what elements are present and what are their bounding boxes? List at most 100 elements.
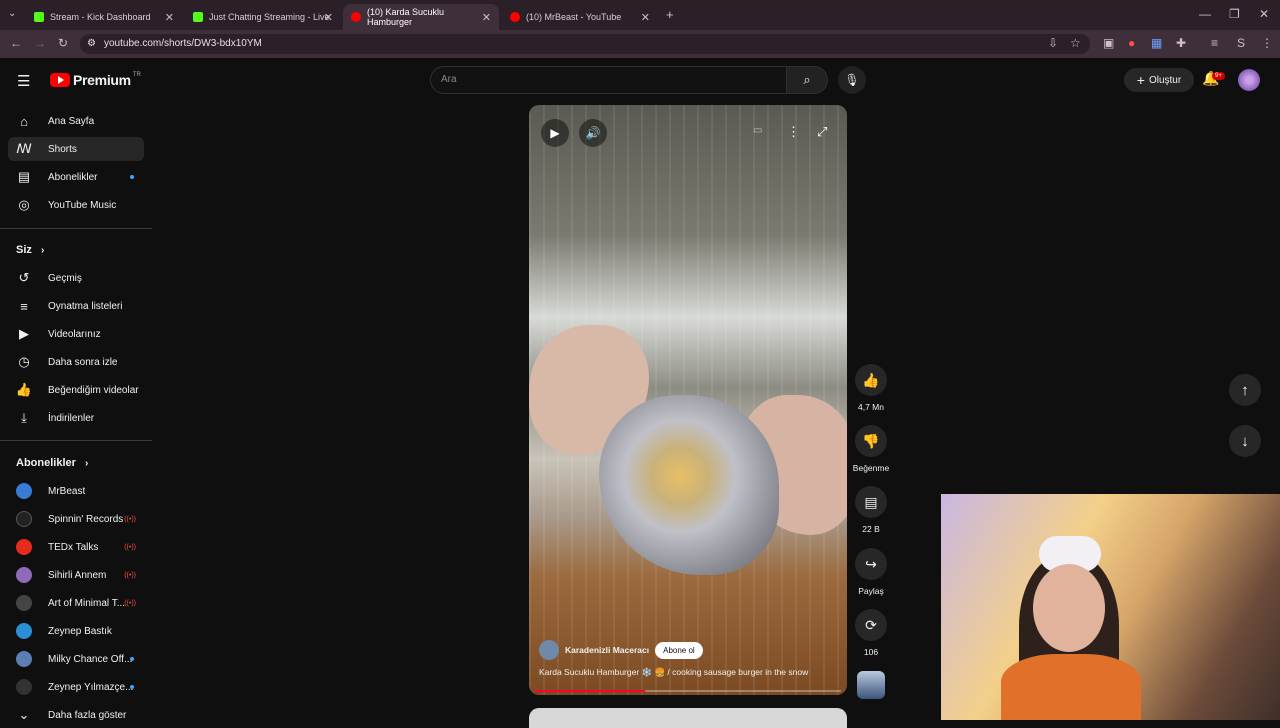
sidebar-item-playlists[interactable]: ≡ Oynatma listeleri	[8, 294, 144, 318]
search-input[interactable]: Ara	[430, 66, 787, 94]
share-action[interactable]: ↪ Paylaş	[855, 548, 887, 596]
fullscreen-icon[interactable]: ⤢	[817, 124, 827, 140]
sidebar-item-shorts[interactable]: ꟿ Shorts	[8, 137, 144, 161]
subscription-item[interactable]: Spinnin' Records ((•))	[8, 507, 144, 531]
sidebar-item-your-videos[interactable]: ▶ Videolarınız	[8, 322, 144, 346]
channel-avatar[interactable]	[539, 640, 559, 660]
comments-action[interactable]: ▤ 22 B	[855, 486, 887, 534]
sidebar-item-label: Ana Sayfa	[48, 115, 95, 127]
short-title[interactable]: Karda Sucuklu Hamburger ❄️ 🍔 / cooking s…	[539, 667, 839, 678]
sound-thumbnail[interactable]	[857, 671, 885, 699]
menu-icon[interactable]: ⋮	[1261, 36, 1273, 50]
sidebar-item-label: YouTube Music	[48, 199, 117, 211]
volume-button[interactable]: 🔊	[579, 119, 607, 147]
sidebar-item-history[interactable]: ↺ Geçmiş	[8, 266, 144, 290]
profile-icon[interactable]: S	[1237, 36, 1245, 50]
create-button[interactable]: + Oluştur	[1124, 68, 1194, 92]
voice-search-button[interactable]: 🎙	[838, 66, 866, 94]
close-window-icon[interactable]: ✕	[1259, 7, 1269, 21]
channel-avatar	[16, 623, 32, 639]
sidebar-item-subscriptions[interactable]: ▤ Abonelikler	[8, 165, 144, 189]
chevron-down-icon: ⌄	[18, 707, 30, 722]
install-icon[interactable]: ⇩	[1048, 36, 1058, 50]
browser-tab-strip: ⌄ Stream - Kick Dashboard ✕ Just Chattin…	[0, 0, 1280, 30]
media-icon[interactable]: ≡	[1211, 36, 1218, 50]
forward-icon[interactable]: →	[34, 36, 46, 50]
site-info-icon[interactable]: ⚙	[87, 34, 96, 54]
remix-action[interactable]: ⟳ 106	[855, 609, 887, 657]
sidebar-item-liked-videos[interactable]: 👍 Beğendiğim videolar	[8, 378, 144, 402]
dislike-action[interactable]: 👎 Beğenme	[853, 425, 889, 473]
arrow-up-icon: ↑	[1241, 381, 1249, 399]
subscription-item[interactable]: Zeynep Yılmazçe...	[8, 675, 144, 699]
maximize-icon[interactable]: ❐	[1229, 7, 1240, 21]
tab-search-icon[interactable]: ⌄	[8, 8, 16, 19]
sidebar-item-downloads[interactable]: ⤓ İndirilenler	[8, 406, 144, 430]
sidebar-divider	[0, 228, 152, 229]
more-options-icon[interactable]: ⋮	[787, 124, 800, 140]
url-bar[interactable]: ⚙ youtube.com/shorts/DW3-bdx10YM	[80, 34, 1090, 54]
sidebar-item-label: Oynatma listeleri	[48, 300, 123, 312]
next-short-preview[interactable]	[529, 708, 847, 728]
extension-icon[interactable]: ▣	[1103, 36, 1114, 50]
subscriptions-heading-label: Abonelikler	[16, 457, 76, 469]
channel-avatar	[16, 595, 32, 611]
close-tab-icon[interactable]: ✕	[324, 11, 333, 24]
like-icon[interactable]: 👍	[855, 364, 887, 396]
subscription-item[interactable]: Art of Minimal T... ((•))	[8, 591, 144, 615]
reload-icon[interactable]: ↻	[58, 36, 68, 50]
progress-bar[interactable]	[535, 690, 841, 692]
back-icon[interactable]: ←	[10, 36, 22, 50]
tab-kick-dashboard[interactable]: Stream - Kick Dashboard ✕	[26, 4, 182, 30]
close-tab-icon[interactable]: ✕	[482, 11, 491, 24]
play-button[interactable]: ▶	[541, 119, 569, 147]
tab-karda-sucuklu[interactable]: (10) Karda Sucuklu Hamburger ✕	[343, 4, 499, 30]
close-tab-icon[interactable]: ✕	[165, 11, 174, 24]
like-action[interactable]: 👍 4,7 Mn	[855, 364, 887, 412]
subscription-item[interactable]: Milky Chance Off...	[8, 647, 144, 671]
next-short-button[interactable]: ↓	[1229, 425, 1261, 457]
share-icon[interactable]: ↪	[855, 548, 887, 580]
sidebar-item-home[interactable]: ⌂ Ana Sayfa	[8, 109, 144, 133]
shorts-video-player[interactable]: ▶ 🔊 ▭ ⋮ ⤢ Karadenizli Maceracı Abone ol …	[529, 105, 847, 695]
tab-mrbeast[interactable]: (10) MrBeast - YouTube ✕	[502, 4, 658, 30]
subscription-item[interactable]: Zeynep Bastık	[8, 619, 144, 643]
live-indicator-icon: ((•))	[124, 599, 136, 607]
sidebar-item-label: İndirilenler	[48, 412, 95, 424]
new-tab-icon[interactable]: +	[666, 7, 674, 22]
search-icon: ⌕	[803, 72, 811, 87]
tab-just-chatting[interactable]: Just Chatting Streaming - Live ✕	[185, 4, 341, 30]
extension-record-icon[interactable]: ●	[1128, 36, 1135, 50]
minimize-icon[interactable]: —	[1199, 7, 1211, 21]
dislike-icon[interactable]: 👎	[855, 425, 887, 457]
subscription-item[interactable]: Sihirli Annem ((•))	[8, 563, 144, 587]
subscriptions-section-heading[interactable]: Abonelikler ›	[16, 457, 88, 469]
subscribe-button[interactable]: Abone ol	[655, 641, 703, 659]
close-tab-icon[interactable]: ✕	[641, 11, 650, 24]
comments-icon[interactable]: ▤	[855, 486, 887, 518]
channel-name[interactable]: Karadenizli Maceracı	[565, 645, 649, 655]
youtube-favicon-icon	[510, 12, 520, 22]
remix-icon[interactable]: ⟳	[855, 609, 887, 641]
download-icon: ⤓	[21, 410, 27, 425]
captions-icon[interactable]: ▭	[753, 125, 762, 136]
sidebar-item-watch-later[interactable]: ◷ Daha sonra izle	[8, 350, 144, 374]
search-button[interactable]: ⌕	[786, 66, 828, 94]
live-indicator-icon: ((•))	[124, 571, 136, 579]
extensions-puzzle-icon[interactable]: ✚	[1176, 36, 1186, 50]
you-section-heading[interactable]: Siz ›	[16, 244, 44, 256]
tab-title: Just Chatting Streaming - Live	[209, 12, 330, 22]
translate-icon[interactable]: ▦	[1151, 36, 1162, 50]
show-more-button[interactable]: ⌄ Daha fazla göster	[8, 703, 144, 727]
account-avatar[interactable]	[1238, 69, 1260, 91]
address-toolbar: ← → ↻ ⚙ youtube.com/shorts/DW3-bdx10YM ⇩…	[0, 30, 1280, 58]
sidebar-item-youtube-music[interactable]: ◎ YouTube Music	[8, 193, 144, 217]
youtube-favicon-icon	[351, 12, 361, 22]
sidebar-item-label: Geçmiş	[48, 272, 82, 284]
bookmark-star-icon[interactable]: ☆	[1070, 36, 1081, 50]
previous-short-button[interactable]: ↑	[1229, 374, 1261, 406]
subscription-item[interactable]: TEDx Talks ((•))	[8, 535, 144, 559]
subscription-item[interactable]: MrBeast	[8, 479, 144, 503]
subscription-label: Art of Minimal T...	[48, 597, 126, 609]
subscription-label: TEDx Talks	[48, 541, 99, 553]
